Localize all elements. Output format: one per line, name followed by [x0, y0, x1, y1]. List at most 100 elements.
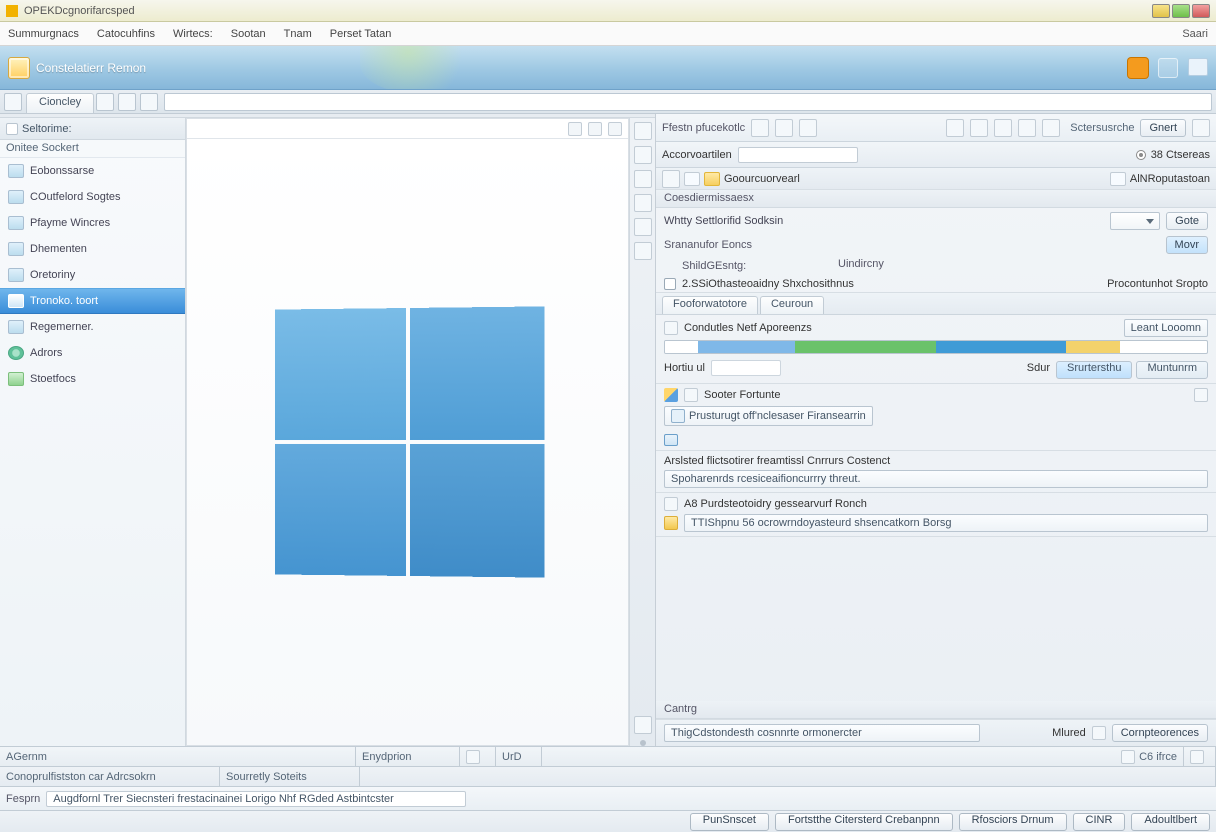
panel-toggle-icon[interactable] — [1188, 58, 1208, 76]
sidebar-item-selected[interactable]: Tronoko. toort — [0, 288, 185, 314]
collapse-icon[interactable] — [6, 123, 18, 135]
ribbon-title: Constelatierr Remon — [36, 61, 146, 75]
footer-button[interactable]: PunSnscet — [690, 813, 769, 831]
close-button[interactable] — [1192, 4, 1210, 18]
folder-icon — [8, 216, 24, 230]
rail-icon[interactable] — [634, 716, 652, 734]
value-field[interactable] — [711, 360, 781, 376]
footer-button[interactable]: CINR — [1073, 813, 1126, 831]
toolbar-button[interactable]: Gnert — [1140, 119, 1186, 137]
filter-field[interactable] — [738, 147, 858, 163]
path-segment[interactable]: AlNRoputastoan — [1130, 173, 1210, 185]
key-icon[interactable] — [1128, 58, 1148, 78]
radio-icon[interactable] — [1137, 151, 1145, 159]
path-box[interactable]: TTIShpnu 56 ocrowrndoyasteurd shsencatko… — [684, 514, 1208, 532]
sidebar-item[interactable]: Pfayme Wincres — [0, 210, 185, 236]
footer-button[interactable]: Adoultlbert — [1131, 813, 1210, 831]
sidebar-item[interactable]: Oretoriny — [0, 262, 185, 288]
menu-item[interactable]: Perset Tatan — [330, 28, 392, 40]
tool-icon[interactable] — [994, 119, 1012, 137]
decorative-leaf — [360, 46, 480, 90]
inner-tab[interactable]: Ceuroun — [760, 296, 824, 314]
tool-icon[interactable] — [775, 119, 793, 137]
folder-icon — [8, 242, 24, 256]
sidebar-item[interactable]: Stoetfocs — [0, 366, 185, 392]
arrow-icon[interactable] — [140, 93, 158, 111]
mode-dropdown[interactable] — [1110, 212, 1160, 230]
sidebar-item[interactable]: Adrors — [0, 340, 185, 366]
rail-icon[interactable] — [634, 194, 652, 212]
rail-icon[interactable] — [634, 122, 652, 140]
inner-tab[interactable]: Fooforwatotore — [662, 296, 758, 314]
tab-strip: Cioncley — [0, 90, 1216, 114]
group-side-button[interactable]: Gote — [1166, 212, 1208, 230]
sidebar-item[interactable]: Eobonssarse — [0, 158, 185, 184]
status-tab[interactable]: Conoprulfistston car Adrcsokrn — [0, 766, 220, 786]
tool-icon[interactable] — [946, 119, 964, 137]
status-tab[interactable]: Sourretly Soteits — [220, 766, 360, 786]
status-icon[interactable] — [1121, 750, 1135, 764]
options-icon[interactable] — [1194, 388, 1208, 402]
nav-back-icon[interactable] — [4, 93, 22, 111]
sidebar-item[interactable]: Regemerner. — [0, 314, 185, 340]
status-icon[interactable] — [1190, 750, 1204, 764]
minimize-button[interactable] — [1152, 4, 1170, 18]
tool-icon[interactable] — [799, 119, 817, 137]
path-field[interactable]: ThigCdstondesth cosnnrte ormonercter — [664, 724, 980, 742]
rail-icon[interactable] — [634, 242, 652, 260]
status-tab-label: Sourretly Soteits — [226, 771, 307, 783]
sidebar-item[interactable]: COutfelord Sogtes — [0, 184, 185, 210]
close-panel-icon[interactable] — [608, 122, 622, 136]
footer-label: Fesprn — [6, 793, 40, 805]
menu-item[interactable]: Sootan — [231, 28, 266, 40]
status-label: C6 ifrce — [1139, 751, 1177, 763]
footer-mid-label: Mlured — [1052, 727, 1086, 739]
panel-icon[interactable] — [568, 122, 582, 136]
footer-long-field[interactable]: Augdfornl Trer Siecnsteri frestacinainei… — [46, 791, 466, 807]
menu-item[interactable]: Catocuhfins — [97, 28, 155, 40]
maximize-button[interactable] — [1172, 4, 1190, 18]
tab-tool-icon[interactable] — [118, 93, 136, 111]
tab-button[interactable]: Movr — [1166, 236, 1208, 254]
tool-icon[interactable] — [1042, 119, 1060, 137]
mini-button[interactable]: Srurtersthu — [1056, 361, 1132, 379]
sidebar-item-label: Regemerner. — [30, 321, 94, 333]
menu-item[interactable]: Wirtecs: — [173, 28, 213, 40]
address-bar[interactable] — [164, 93, 1212, 111]
footer-button[interactable]: Rfosciors Drnum — [959, 813, 1067, 831]
tab-tool-icon[interactable] — [96, 93, 114, 111]
tool-icon[interactable] — [970, 119, 988, 137]
mini-button[interactable]: Muntunrm — [1136, 361, 1208, 379]
logo-tile — [274, 444, 405, 576]
menu-item[interactable]: Summurgnacs — [8, 28, 79, 40]
ribbon-button[interactable] — [1158, 58, 1178, 78]
window-title: OPEKDcgnorifarcsped — [24, 5, 135, 17]
preview-pane — [186, 118, 629, 746]
menu-item[interactable]: Tnam — [284, 28, 312, 40]
tool-icon[interactable] — [1018, 119, 1036, 137]
path-field-label: ThigCdstondesth cosnnrte ormonercter — [671, 727, 862, 739]
rail-icon[interactable] — [634, 218, 652, 236]
rail-icon[interactable] — [634, 170, 652, 188]
sidebar-item[interactable]: Dhementen — [0, 236, 185, 262]
status-icon[interactable] — [466, 750, 480, 764]
panel-title: Condutles Netf Aporeenzs — [684, 322, 812, 334]
menu-right[interactable]: Saari — [1182, 28, 1208, 40]
path-segment[interactable]: Goourcuorvearl — [724, 173, 800, 185]
overflow-icon[interactable] — [1192, 119, 1210, 137]
footer-button[interactable]: Cornpteorences — [1112, 724, 1208, 742]
grip-icon[interactable] — [588, 122, 602, 136]
checkbox[interactable] — [664, 278, 676, 290]
row-key: ShildGEsntg: — [682, 260, 832, 272]
info-box[interactable]: Spoharenrds rcesiceaifioncurrry threut. — [664, 470, 1208, 488]
rail-icon[interactable] — [634, 146, 652, 164]
tab-main[interactable]: Cioncley — [26, 93, 94, 113]
sync-icon — [8, 372, 24, 386]
options-icon[interactable] — [1092, 726, 1106, 740]
back-icon[interactable] — [662, 170, 680, 188]
tool-icon[interactable] — [751, 119, 769, 137]
option-box[interactable]: Prusturugt off'nclesaser Firansearrin — [664, 406, 873, 426]
footer-button[interactable]: Fortstthe Citersterd Crebanpnn — [775, 813, 953, 831]
legend-chip: Leant Looomn — [1124, 319, 1208, 337]
folder-icon — [664, 516, 678, 530]
